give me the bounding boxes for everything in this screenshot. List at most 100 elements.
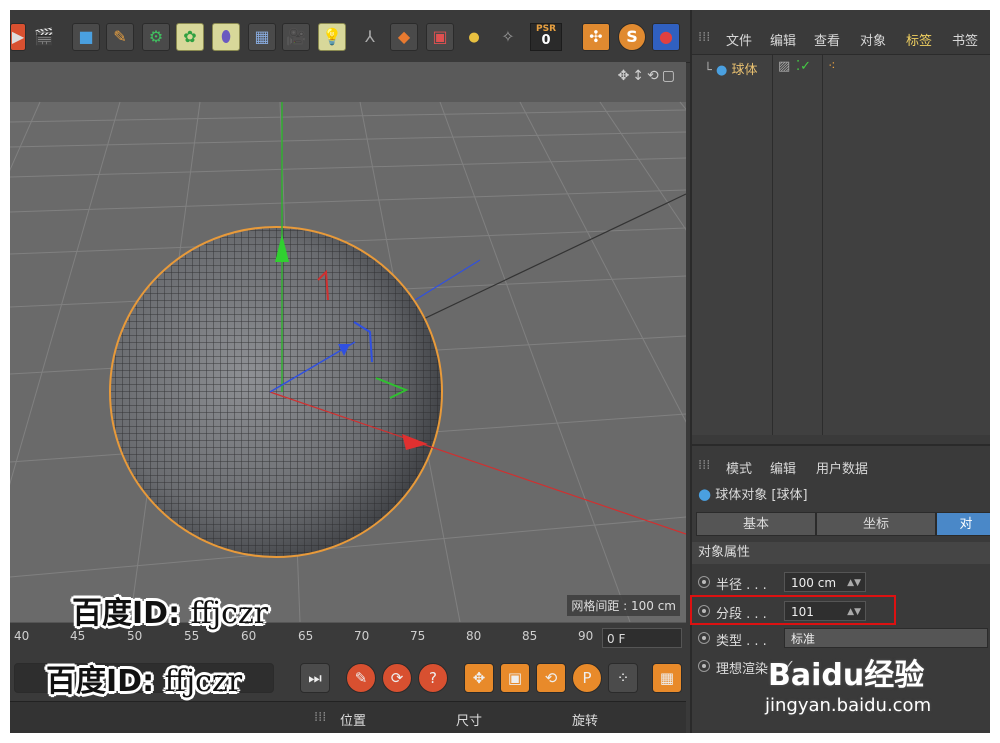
light-icon[interactable]: 💡 <box>318 23 346 51</box>
object-manager[interactable]: └ ● 球体 ▨ ⁚✓ ⁖ <box>692 54 990 435</box>
radius-label: 半径 . . . <box>716 578 767 593</box>
autokey-icon[interactable]: ⟳ <box>382 663 412 693</box>
snap-toggle-icon[interactable]: ✣ <box>582 23 610 51</box>
watermark-id: ffjczr <box>164 664 243 699</box>
column-divider <box>822 55 823 435</box>
type-select[interactable]: 标准 <box>784 628 988 648</box>
tab-object[interactable]: 对 <box>936 512 990 536</box>
viewport-nav-icons[interactable]: ✥↕⟲▢ <box>618 68 678 84</box>
sphere-icon: ● <box>698 485 712 503</box>
picture-viewer-icon[interactable]: ▣ <box>426 23 454 51</box>
position-header: 位置 <box>340 714 367 729</box>
watermark-id: ffjczr <box>190 596 269 631</box>
right-panel: ⁞⁞⁞ 文件 编辑 查看 对象 标签 书签 └ ● 球体 ▨ ⁚✓ ⁖ ⁞⁞⁞ … <box>690 10 990 733</box>
radio-icon[interactable] <box>698 660 710 672</box>
radius-value: 100 cm <box>791 576 837 590</box>
menu-view[interactable]: 查看 <box>814 30 840 49</box>
help-icon[interactable]: ? <box>418 663 448 693</box>
camera-icon[interactable]: 🎥 <box>282 23 310 51</box>
viewport-header: ✥↕⟲▢ <box>10 62 686 90</box>
xyz-icon[interactable]: ● <box>460 23 488 51</box>
pen-icon[interactable]: ✎ <box>106 23 134 51</box>
clapper-icon[interactable]: ▶ <box>10 23 26 51</box>
scene-icon[interactable]: ● <box>652 23 680 51</box>
main-toolbar: ▶ 🎬 ■ ✎ ⚙ ✿ ⬮ ▦ 🎥 💡 ⅄ ◆ ▣ ● ✧ PSR 0 ✣ S … <box>10 10 690 63</box>
type-label: 类型 . . . <box>716 634 767 649</box>
cog-object-icon[interactable]: ⚙ <box>142 23 170 51</box>
stepper-icon[interactable]: ▲▼ <box>847 602 861 622</box>
sphere-icon: ● <box>715 63 728 78</box>
deformer-icon[interactable]: ⬮ <box>212 23 240 51</box>
menu-mode[interactable]: 模式 <box>726 458 752 477</box>
visible-check-icon[interactable]: ⁚✓ <box>796 59 811 74</box>
tree-line-icon: └ <box>704 63 712 78</box>
attribute-menu: ⁞⁞⁞ 模式 编辑 用户数据 <box>692 452 990 478</box>
scale-icon[interactable]: ▣ <box>500 663 530 693</box>
snap-icon[interactable]: ✧ <box>494 23 522 51</box>
column-divider <box>772 55 773 435</box>
coordinates-bar: ⁞⁞⁞ 位置 尺寸 旋转 <box>10 701 686 733</box>
object-name[interactable]: 球体 <box>731 63 757 78</box>
menu-user-data[interactable]: 用户数据 <box>816 458 868 477</box>
dots-icon[interactable]: ⁘ <box>608 663 638 693</box>
baidu-url: jingyan.baidu.com <box>765 695 932 716</box>
menu-file[interactable]: 文件 <box>726 30 752 49</box>
menu-objects[interactable]: 对象 <box>860 30 886 49</box>
timeline-tick: 90 <box>578 629 594 643</box>
size-header: 尺寸 <box>456 714 483 729</box>
render-settings-icon[interactable]: 🎬 <box>30 23 58 51</box>
render-perfect-label: 理想渲染 <box>716 662 769 677</box>
current-frame-field[interactable]: 0 F <box>602 628 682 648</box>
film-icon[interactable]: ▦ <box>652 663 682 693</box>
grip-icon: ⁞⁞⁞ <box>698 458 711 473</box>
attribute-tabs: 基本 坐标 对 <box>696 512 990 536</box>
watermark-prefix: 百度ID: <box>72 596 181 631</box>
tag-icon[interactable]: ⁖ <box>828 59 836 74</box>
layer-icon[interactable]: ▨ <box>778 59 790 74</box>
radius-field[interactable]: 100 cm ▲▼ <box>784 572 866 592</box>
segments-label: 分段 . . . <box>716 607 767 622</box>
attribute-title: ● 球体对象 [球体] <box>698 484 808 503</box>
floor-icon[interactable]: ▦ <box>248 23 276 51</box>
s-icon[interactable]: S <box>618 23 646 51</box>
tab-basic[interactable]: 基本 <box>696 512 816 536</box>
cube-icon[interactable]: ■ <box>72 23 100 51</box>
menu-edit[interactable]: 编辑 <box>770 458 796 477</box>
radio-icon[interactable] <box>698 632 710 644</box>
goto-end-icon[interactable]: ⏭ <box>300 663 330 693</box>
menu-edit[interactable]: 编辑 <box>770 30 796 49</box>
viewport-canvas <box>10 62 686 622</box>
param-type: 类型 . . . 标准 <box>698 628 988 650</box>
segments-field[interactable]: 101 ▲▼ <box>784 601 866 621</box>
grip-icon: ⁞⁞⁞ <box>698 30 711 45</box>
timeline-tick: 70 <box>354 629 370 643</box>
timeline-tick: 75 <box>410 629 426 643</box>
bone-icon[interactable]: ⅄ <box>356 23 384 51</box>
param-radius: 半径 . . . 100 cm ▲▼ <box>698 572 988 594</box>
segments-value: 101 <box>791 605 814 619</box>
radio-icon[interactable] <box>698 576 710 588</box>
param-segments: 分段 . . . 101 ▲▼ <box>690 595 988 625</box>
grid-spacing-label: 网格间距 : 100 cm <box>567 595 680 616</box>
rotate-icon[interactable]: ⟲ <box>536 663 566 693</box>
baidu-logo: Baidu经验 <box>768 658 925 693</box>
watermark-baidu-id-2: 百度ID: ffjczr <box>46 656 242 700</box>
tab-coord[interactable]: 坐标 <box>816 512 936 536</box>
move-icon[interactable]: ✥ <box>464 663 494 693</box>
grip-icon: ⁞⁞⁞ <box>314 710 327 725</box>
menu-bookmarks[interactable]: 书签 <box>952 30 978 49</box>
radio-icon[interactable] <box>698 605 710 617</box>
menu-tags[interactable]: 标签 <box>906 30 932 49</box>
viewport[interactable]: ✥↕⟲▢ 网格间距 : 100 cm <box>10 62 686 622</box>
param-icon[interactable]: P <box>572 663 602 693</box>
object-manager-menu: ⁞⁞⁞ 文件 编辑 查看 对象 标签 书签 <box>692 24 990 52</box>
object-row-sphere[interactable]: └ ● 球体 <box>704 59 757 78</box>
subdivision-icon[interactable]: ✿ <box>176 23 204 51</box>
timeline-tick: 40 <box>14 629 30 643</box>
material-icon[interactable]: ◆ <box>390 23 418 51</box>
record-key-icon[interactable]: ✎ <box>346 663 376 693</box>
section-object-properties: 对象属性 <box>692 542 990 564</box>
stepper-icon[interactable]: ▲▼ <box>847 573 861 593</box>
timeline-tick: 85 <box>522 629 538 643</box>
watermark-baidu-id-1: 百度ID: ffjczr <box>72 588 268 632</box>
